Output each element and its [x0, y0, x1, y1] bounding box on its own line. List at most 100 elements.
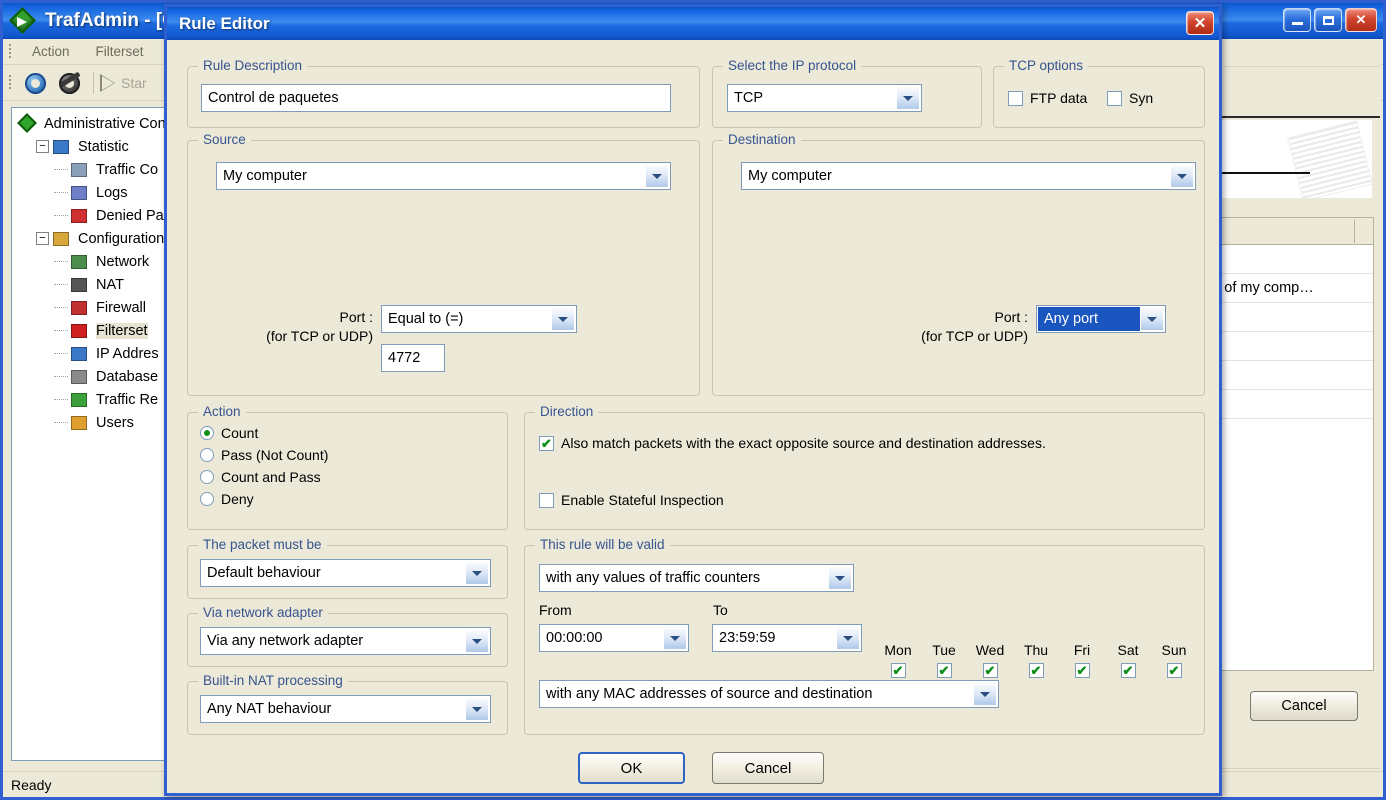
weekday-sun[interactable]: Sun ✔ — [1159, 642, 1189, 678]
background-list[interactable]: c of my comp… — [1208, 217, 1374, 671]
source-host-value: My computer — [223, 168, 307, 184]
action-radio-pass-not-count[interactable]: Pass (Not Count) — [200, 447, 328, 463]
source-port-mode-select[interactable]: Equal to (=) — [381, 305, 577, 333]
weekday-checkbox[interactable]: ✔ — [1028, 663, 1044, 678]
logs-icon — [70, 184, 90, 202]
chevron-down-icon[interactable] — [465, 561, 489, 585]
ip-protocol-select[interactable]: TCP — [727, 84, 922, 112]
weekday-checkbox-row[interactable]: Mon ✔ Tue ✔ Wed ✔ Thu ✔ Fri ✔ Sat ✔ Sun ✔ — [883, 642, 1189, 678]
destination-host-select[interactable]: My computer — [741, 162, 1196, 190]
chevron-down-icon[interactable] — [896, 86, 920, 110]
weekday-checkbox[interactable]: ✔ — [890, 663, 906, 678]
background-list-row[interactable] — [1209, 303, 1373, 332]
action-radio-count[interactable]: Count — [200, 425, 328, 441]
destination-legend: Destination — [723, 132, 801, 147]
chevron-down-icon[interactable] — [465, 697, 489, 721]
radio-selected-dot — [204, 430, 210, 436]
action-radio-list[interactable]: Count Pass (Not Count) Count and Pass Deny — [200, 425, 328, 513]
traffic-counters-select[interactable]: with any values of traffic counters — [539, 564, 854, 592]
weekday-wed[interactable]: Wed ✔ — [975, 642, 1005, 678]
syn-checkbox-row[interactable]: Syn — [1107, 90, 1153, 106]
source-port-label-line2: (for TCP or UDP) — [266, 328, 373, 344]
play-icon[interactable] — [100, 73, 115, 92]
via-network-adapter-select[interactable]: Via any network adapter — [200, 627, 491, 655]
weekday-checkbox[interactable]: ✔ — [1166, 663, 1182, 678]
radio-icon[interactable] — [200, 492, 214, 506]
weekday-tue[interactable]: Tue ✔ — [929, 642, 959, 678]
chevron-down-icon[interactable] — [836, 626, 860, 650]
radio-icon[interactable] — [200, 470, 214, 484]
mac-addresses-select[interactable]: with any MAC addresses of source and des… — [539, 680, 999, 708]
main-close-button[interactable]: ✕ — [1345, 8, 1377, 32]
ok-button[interactable]: OK — [578, 752, 685, 784]
start-button-label[interactable]: Star — [121, 75, 147, 91]
packet-must-be-select[interactable]: Default behaviour — [200, 559, 491, 587]
menu-filterset[interactable]: Filterset — [83, 41, 157, 62]
ftp-data-checkbox[interactable] — [1008, 90, 1023, 106]
chevron-down-icon[interactable] — [828, 566, 852, 590]
from-time-select[interactable]: 00:00:00 — [539, 624, 689, 652]
tree-item-label: Traffic Re — [96, 391, 159, 408]
background-list-row[interactable]: c of my comp… — [1209, 274, 1373, 303]
chevron-down-icon[interactable] — [551, 307, 575, 331]
weekday-mon[interactable]: Mon ✔ — [883, 642, 913, 678]
to-time-select[interactable]: 23:59:59 — [712, 624, 862, 652]
weekday-checkbox[interactable]: ✔ — [1074, 663, 1090, 678]
syn-checkbox[interactable] — [1107, 90, 1122, 106]
opposite-match-checkbox-row[interactable]: ✔ Also match packets with the exact oppo… — [539, 435, 1046, 451]
opposite-match-checkbox[interactable]: ✔ — [539, 435, 554, 451]
chevron-down-icon[interactable] — [465, 629, 489, 653]
funnel-icon — [70, 322, 90, 340]
destination-port-mode-select[interactable]: Any port — [1036, 305, 1166, 333]
weekday-thu[interactable]: Thu ✔ — [1021, 642, 1051, 678]
tree-connector — [54, 399, 68, 400]
weekday-label: Fri — [1073, 642, 1091, 658]
maximize-button[interactable] — [1314, 8, 1342, 32]
action-radio-count-and-pass[interactable]: Count and Pass — [200, 469, 328, 485]
gear-wrench-icon[interactable] — [55, 69, 85, 97]
background-list-row[interactable] — [1209, 361, 1373, 390]
minimize-button[interactable] — [1283, 8, 1311, 32]
nat-processing-select[interactable]: Any NAT behaviour — [200, 695, 491, 723]
weekday-checkbox[interactable]: ✔ — [936, 663, 952, 678]
action-legend: Action — [198, 404, 246, 419]
source-host-select[interactable]: My computer — [216, 162, 671, 190]
weekday-fri[interactable]: Fri ✔ — [1067, 642, 1097, 678]
source-port-input[interactable]: 4772 — [381, 344, 445, 372]
weekday-checkbox[interactable]: ✔ — [1120, 663, 1136, 678]
background-list-row[interactable] — [1209, 390, 1373, 419]
background-list-row[interactable] — [1209, 332, 1373, 361]
stateful-inspection-checkbox[interactable] — [539, 492, 554, 508]
menu-action[interactable]: Action — [19, 41, 83, 62]
chevron-down-icon[interactable] — [973, 682, 997, 706]
radio-icon[interactable] — [200, 448, 214, 462]
chevron-down-icon[interactable] — [663, 626, 687, 650]
chevron-down-icon[interactable] — [1140, 307, 1164, 331]
weekday-sat[interactable]: Sat ✔ — [1113, 642, 1143, 678]
toolbar-grip[interactable] — [6, 73, 15, 93]
stateful-inspection-checkbox-row[interactable]: Enable Stateful Inspection — [539, 492, 724, 508]
packet-must-be-legend: The packet must be — [198, 537, 327, 552]
tree-expander[interactable]: − — [36, 232, 49, 245]
background-list-row[interactable] — [1209, 245, 1373, 274]
radio-icon[interactable] — [200, 426, 214, 440]
weekday-label: Thu — [1023, 642, 1049, 658]
mac-addresses-value: with any MAC addresses of source and des… — [546, 686, 873, 702]
source-port-label-line1: Port : — [339, 309, 373, 325]
chevron-down-icon[interactable] — [1170, 164, 1194, 188]
toolbar-separator — [93, 71, 94, 94]
menubar-grip[interactable] — [6, 42, 15, 62]
dialog-close-icon[interactable]: ✕ — [1186, 11, 1214, 35]
background-cancel-button[interactable]: Cancel — [1250, 691, 1358, 721]
gear-icon[interactable] — [21, 69, 51, 97]
source-group: Source My computer Port : (for TCP or UD… — [187, 132, 700, 396]
chevron-down-icon[interactable] — [645, 164, 669, 188]
ftp-data-checkbox-row[interactable]: FTP data — [1008, 90, 1087, 106]
action-radio-deny[interactable]: Deny — [200, 491, 328, 507]
to-time-value: 23:59:59 — [719, 630, 776, 646]
direction-group: Direction ✔ Also match packets with the … — [524, 404, 1205, 530]
weekday-checkbox[interactable]: ✔ — [982, 663, 998, 678]
dialog-cancel-button[interactable]: Cancel — [712, 752, 824, 784]
rule-description-input[interactable]: Control de paquetes — [201, 84, 671, 112]
tree-expander[interactable]: − — [36, 140, 49, 153]
